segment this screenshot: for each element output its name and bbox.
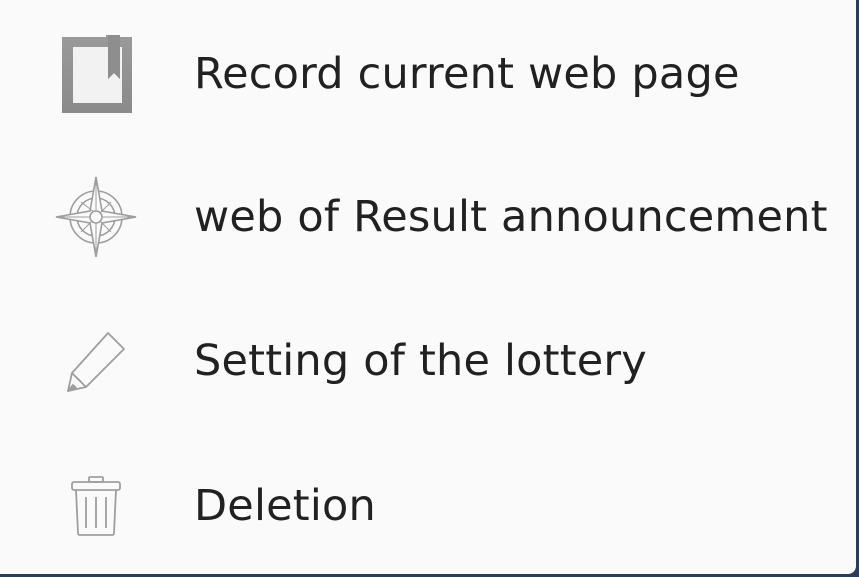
menu-item-web-of-result-announcement[interactable]: web of Result announcement [0,145,856,288]
compass-icon [52,173,140,261]
menu-item-label: Deletion [194,480,376,531]
menu-item-label: Setting of the lottery [194,335,647,386]
menu-item-deletion[interactable]: Deletion [0,434,856,577]
trash-icon [52,462,140,550]
pencil-icon [52,317,140,405]
menu-item-label: web of Result announcement [194,191,828,242]
context-menu: Record current web page web of Result an… [0,0,856,574]
bookmark-icon [52,30,140,118]
menu-item-record-current-web-page[interactable]: Record current web page [0,2,856,145]
menu-item-setting-of-the-lottery[interactable]: Setting of the lottery [0,289,856,432]
menu-item-label: Record current web page [194,48,740,99]
